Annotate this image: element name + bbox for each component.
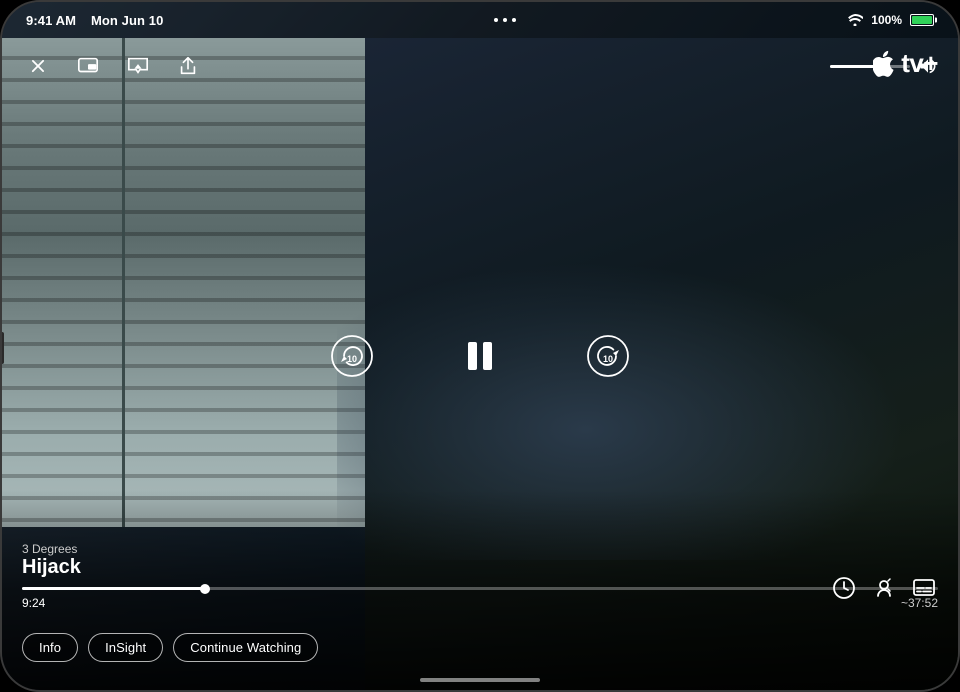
status-dot bbox=[503, 18, 507, 22]
battery-icon bbox=[910, 14, 934, 26]
device-frame: 9:41 AM Mon Jun 10 100% bbox=[0, 0, 960, 692]
top-left-controls bbox=[22, 50, 204, 82]
apple-icon bbox=[873, 50, 897, 78]
battery-percentage: 100% bbox=[871, 13, 902, 27]
info-button[interactable]: Info bbox=[22, 633, 78, 662]
forward-icon: 10 bbox=[585, 333, 631, 379]
wifi-icon bbox=[847, 14, 863, 26]
status-right: 100% bbox=[847, 13, 934, 27]
current-time: 9:24 bbox=[22, 596, 45, 610]
pip-button[interactable] bbox=[72, 50, 104, 82]
progress-scrubber[interactable] bbox=[200, 584, 210, 594]
top-controls bbox=[2, 38, 958, 94]
airplay-icon bbox=[127, 55, 149, 77]
status-time: 9:41 AM Mon Jun 10 bbox=[26, 13, 163, 28]
status-center-dots bbox=[494, 18, 516, 22]
insight-button[interactable]: InSight bbox=[88, 633, 163, 662]
status-dot bbox=[512, 18, 516, 22]
pause-icon bbox=[456, 332, 504, 380]
show-info: 3 Degrees Hijack bbox=[22, 542, 938, 579]
status-bar: 9:41 AM Mon Jun 10 100% bbox=[2, 2, 958, 38]
show-subtitle: 3 Degrees bbox=[22, 542, 938, 556]
close-icon bbox=[27, 55, 49, 77]
pause-button[interactable] bbox=[455, 331, 505, 381]
side-button[interactable] bbox=[0, 332, 4, 364]
forward-button[interactable]: 10 bbox=[585, 333, 631, 379]
show-title: Hijack bbox=[22, 556, 938, 579]
rewind-icon: 10 bbox=[329, 333, 375, 379]
appletv-logo-text: tv+ bbox=[901, 48, 938, 79]
playback-controls: 10 10 bbox=[329, 331, 631, 381]
bottom-controls: 3 Degrees Hijack 9:24 ~37:52 bbox=[2, 542, 958, 610]
rewind-button[interactable]: 10 bbox=[329, 333, 375, 379]
home-indicator[interactable] bbox=[420, 678, 540, 682]
remaining-time: ~37:52 bbox=[901, 596, 938, 610]
progress-bar[interactable] bbox=[22, 587, 938, 590]
progress-filled bbox=[22, 587, 205, 590]
time-labels: 9:24 ~37:52 bbox=[22, 596, 938, 610]
share-button[interactable] bbox=[172, 50, 204, 82]
airplay-button[interactable] bbox=[122, 50, 154, 82]
status-dot bbox=[494, 18, 498, 22]
progress-container[interactable]: 9:24 ~37:52 bbox=[22, 587, 938, 610]
battery-fill bbox=[912, 16, 932, 24]
continue-watching-button[interactable]: Continue Watching bbox=[173, 633, 318, 662]
appletv-logo: tv+ bbox=[873, 48, 938, 79]
svg-text:10: 10 bbox=[603, 354, 613, 364]
svg-text:10: 10 bbox=[347, 354, 357, 364]
share-icon bbox=[177, 55, 199, 77]
bottom-pill-buttons: Info InSight Continue Watching bbox=[22, 633, 318, 662]
close-button[interactable] bbox=[22, 50, 54, 82]
pip-icon bbox=[77, 55, 99, 77]
